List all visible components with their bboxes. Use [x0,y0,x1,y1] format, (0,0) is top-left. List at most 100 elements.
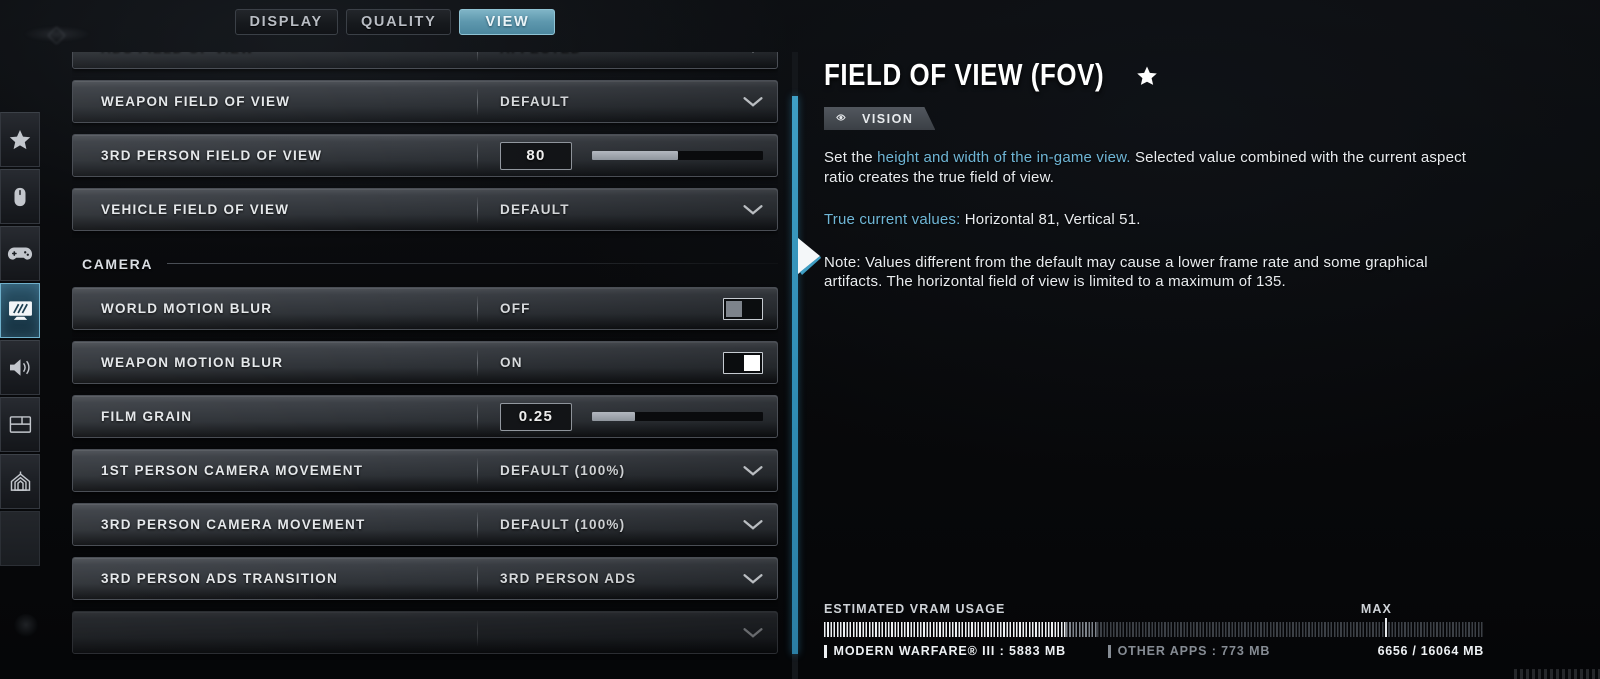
setting-value: DEFAULT [500,94,570,109]
monitor-icon [8,300,33,321]
group-label: CAMERA [82,255,154,272]
vram-legend-game: MODERN WARFARE® III : 5883 MB [824,644,1066,658]
setting-label: WEAPON FIELD OF VIEW [101,94,291,109]
setting-value: ON [500,355,523,370]
sidebar-item-audio[interactable] [0,340,40,395]
setting-row-world-motion-blur[interactable]: WORLD MOTION BLUR OFF [72,287,778,330]
vram-max-marker [1385,618,1387,637]
chevron-down-icon[interactable] [743,52,763,54]
selection-caret-icon [798,236,822,276]
setting-row-weapon-field-of-view[interactable]: WEAPON FIELD OF VIEW DEFAULT [72,80,778,123]
setting-value-input[interactable]: 80 [500,141,572,170]
vram-segment-other-apps [1065,622,1098,637]
vram-bar [824,618,1484,637]
sidebar-item-mouse-keyboard[interactable] [0,169,40,224]
vram-max-label: MAX [1360,602,1392,616]
setting-control[interactable]: DEFAULT [478,94,777,109]
info-text: Horizontal 81, Vertical 51. [960,211,1141,228]
setting-control[interactable]: OFF [478,297,777,320]
vram-legend-other: OTHER APPS : 773 MB [1108,644,1270,658]
chevron-down-icon[interactable] [743,204,763,216]
vram-usage-meter: ESTIMATED VRAM USAGE MAX MODERN WARFARE®… [824,602,1484,658]
info-panel: FIELD OF VIEW (FOV) VISION Set the heigh… [824,57,1524,292]
setting-toggle[interactable] [723,297,763,320]
sidebar-item-telemetry[interactable] [0,454,40,509]
setting-slider[interactable] [592,151,763,160]
setting-row-film-grain[interactable]: FILM GRAIN 0.25 [72,395,778,438]
interface-icon [9,415,32,434]
setting-toggle[interactable] [723,351,763,374]
sidebar-item-controller[interactable] [0,226,40,281]
setting-row-3rd-person-field-of-view[interactable]: 3RD PERSON FIELD OF VIEW 80 [72,134,778,177]
setting-label: 3RD PERSON ADS TRANSITION [101,571,339,586]
info-text: Set the [824,149,878,166]
setting-label: 1ST PERSON CAMERA MOVEMENT [101,463,364,478]
setting-control[interactable]: 0.25 [478,402,777,431]
setting-slider[interactable] [592,412,763,421]
group-divider [167,263,778,264]
info-title-row: FIELD OF VIEW (FOV) [824,57,1524,93]
setting-control[interactable] [478,627,777,639]
tab-view[interactable]: VIEW [459,9,556,35]
setting-label: 3RD PERSON CAMERA MOVEMENT [101,517,366,532]
eye-icon [836,112,854,126]
vram-total-label: 6656 / 16064 MB [1377,644,1484,658]
chevron-down-icon[interactable] [743,465,763,477]
setting-row-row[interactable] [72,611,778,654]
sidebar-item-favorites[interactable] [0,112,40,167]
setting-row-3rd-person-camera-movement[interactable]: 3RD PERSON CAMERA MOVEMENT DEFAULT (100%) [72,503,778,546]
vram-segment-free [1097,622,1484,637]
setting-row-3rd-person-ads-transition[interactable]: 3RD PERSON ADS TRANSITION 3RD PERSON ADS [72,557,778,600]
vision-badge: VISION [824,107,935,130]
setting-row-ads-field-of-view[interactable]: ADS FIELD OF VIEW AFFECTED [72,52,778,69]
setting-label: ADS FIELD OF VIEW [73,52,477,55]
mouse-icon [9,186,31,208]
settings-screen: DISPLAY QUALITY VIEW ADS FIELD OF VIEW AFFE… [0,0,1600,679]
info-description: Set the height and width of the in-game … [824,148,1486,292]
toggle-knob [726,300,742,317]
setting-control[interactable]: DEFAULT [478,202,777,217]
info-highlight-text: True current values: [824,211,961,228]
vram-heading: ESTIMATED VRAM USAGE [824,602,1006,616]
setting-control[interactable]: ON [478,351,777,374]
info-text: Note: Values different from the default … [824,253,1428,291]
sidebar-item-blank[interactable] [0,511,40,566]
setting-value: DEFAULT (100%) [500,463,626,478]
setting-row-vehicle-field-of-view[interactable]: VEHICLE FIELD OF VIEW DEFAULT [72,188,778,231]
setting-control[interactable]: AFFECTED [478,52,777,55]
setting-row-weapon-motion-blur[interactable]: WEAPON MOTION BLUR ON [72,341,778,384]
vision-badge-label: VISION [862,111,914,126]
favorite-star-icon[interactable] [1136,65,1158,87]
tab-display[interactable]: DISPLAY [234,9,338,35]
divider-accent-bar [792,96,798,654]
vram-legend: MODERN WARFARE® III : 5883 MB OTHER APPS… [824,644,1484,658]
sidebar-item-graphics[interactable] [0,283,40,338]
vram-segment-game [824,622,1066,637]
settings-category-rail [0,112,40,568]
setting-label: 3RD PERSON FIELD OF VIEW [101,148,323,163]
chevron-down-icon[interactable] [743,573,763,585]
info-paragraph: Set the height and width of the in-game … [824,148,1486,187]
setting-row-1st-person-camera-movement[interactable]: 1ST PERSON CAMERA MOVEMENT DEFAULT (100%) [72,449,778,492]
gamepad-icon [7,245,33,263]
corner-decoration [14,614,38,638]
tab-quality[interactable]: QUALITY [345,9,452,35]
setting-control[interactable]: 80 [478,141,777,170]
setting-value: 3RD PERSON ADS [500,571,637,586]
speaker-icon [8,357,33,378]
sidebar-item-interface[interactable] [0,397,40,452]
settings-group-camera: CAMERA [72,242,778,285]
chevron-down-icon[interactable] [743,519,763,531]
setting-value: OFF [500,301,531,316]
chevron-down-icon[interactable] [743,96,763,108]
page-title: FIELD OF VIEW (FOV) [824,57,1105,93]
setting-value: AFFECTED [500,52,582,55]
setting-control[interactable]: DEFAULT (100%) [478,517,777,532]
setting-control[interactable]: 3RD PERSON ADS [478,571,777,586]
info-highlight-text: height and width of the in-game view. [877,149,1131,166]
toggle-knob [744,354,760,371]
setting-value-input[interactable]: 0.25 [500,402,572,431]
chevron-down-icon[interactable] [743,627,763,639]
setting-control[interactable]: DEFAULT (100%) [478,463,777,478]
settings-list[interactable]: ADS FIELD OF VIEW AFFECTED WEAPON FIELD OF… [72,52,778,679]
